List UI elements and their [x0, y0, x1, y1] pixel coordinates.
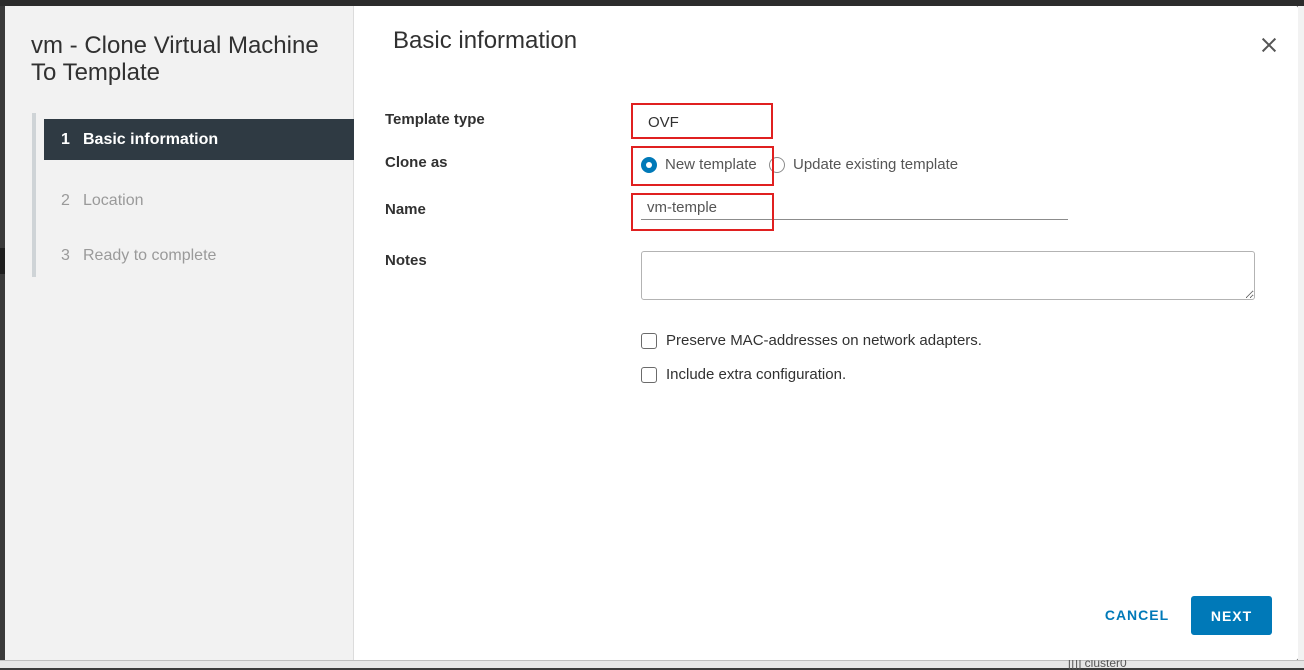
- checkbox-unchecked-icon[interactable]: [641, 332, 657, 349]
- include-extra-config-checkbox-row[interactable]: Include extra configuration.: [641, 366, 846, 383]
- clone-as-radio-group: New template Update existing template: [641, 156, 958, 173]
- step-number: 2: [61, 191, 70, 209]
- step-label: Ready to complete: [83, 246, 217, 264]
- preserve-mac-checkbox-row[interactable]: Preserve MAC-addresses on network adapte…: [641, 332, 982, 349]
- wizard-content: Basic information Template type OVF Clon…: [354, 6, 1298, 660]
- radio-new-template[interactable]: New template: [641, 156, 769, 173]
- page-title: Basic information: [393, 27, 578, 54]
- name-input[interactable]: [641, 196, 1068, 220]
- checkbox-label[interactable]: Preserve MAC-addresses on network adapte…: [666, 332, 982, 349]
- step-number: 3: [61, 246, 70, 264]
- cancel-button[interactable]: CANCEL: [1097, 596, 1177, 634]
- radio-unchecked-icon[interactable]: [769, 156, 785, 173]
- clone-to-template-dialog: vm - Clone Virtual Machine To Template 1…: [5, 6, 1298, 660]
- wizard-title: vm - Clone Virtual Machine To Template: [31, 32, 319, 86]
- radio-checked-icon[interactable]: [641, 156, 657, 173]
- checkbox-label[interactable]: Include extra configuration.: [666, 366, 846, 383]
- step-label: Location: [83, 191, 144, 209]
- template-type-value: OVF: [648, 114, 679, 131]
- notes-label: Notes: [385, 252, 427, 269]
- checkbox-unchecked-icon[interactable]: [641, 366, 657, 383]
- wizard-nav: vm - Clone Virtual Machine To Template 1…: [5, 6, 354, 660]
- radio-label[interactable]: Update existing template: [793, 156, 958, 173]
- radio-label[interactable]: New template: [665, 156, 757, 173]
- name-label: Name: [385, 201, 426, 218]
- close-icon[interactable]: [1258, 34, 1280, 56]
- radio-update-existing-template[interactable]: Update existing template: [769, 156, 958, 173]
- clone-as-label: Clone as: [385, 154, 448, 171]
- background-app-panel: [1298, 6, 1304, 660]
- step-basic-information[interactable]: 1 Basic information: [44, 119, 354, 160]
- template-type-label: Template type: [385, 111, 485, 128]
- notes-textarea[interactable]: [641, 251, 1255, 300]
- wizard-steps: 1 Basic information 2 Location 3 Ready t…: [32, 113, 354, 277]
- step-number: 1: [61, 130, 70, 148]
- step-label: Basic information: [83, 130, 219, 148]
- step-location[interactable]: 2 Location: [44, 180, 354, 221]
- next-button[interactable]: NEXT: [1191, 596, 1272, 635]
- step-ready-to-complete[interactable]: 3 Ready to complete: [44, 235, 354, 276]
